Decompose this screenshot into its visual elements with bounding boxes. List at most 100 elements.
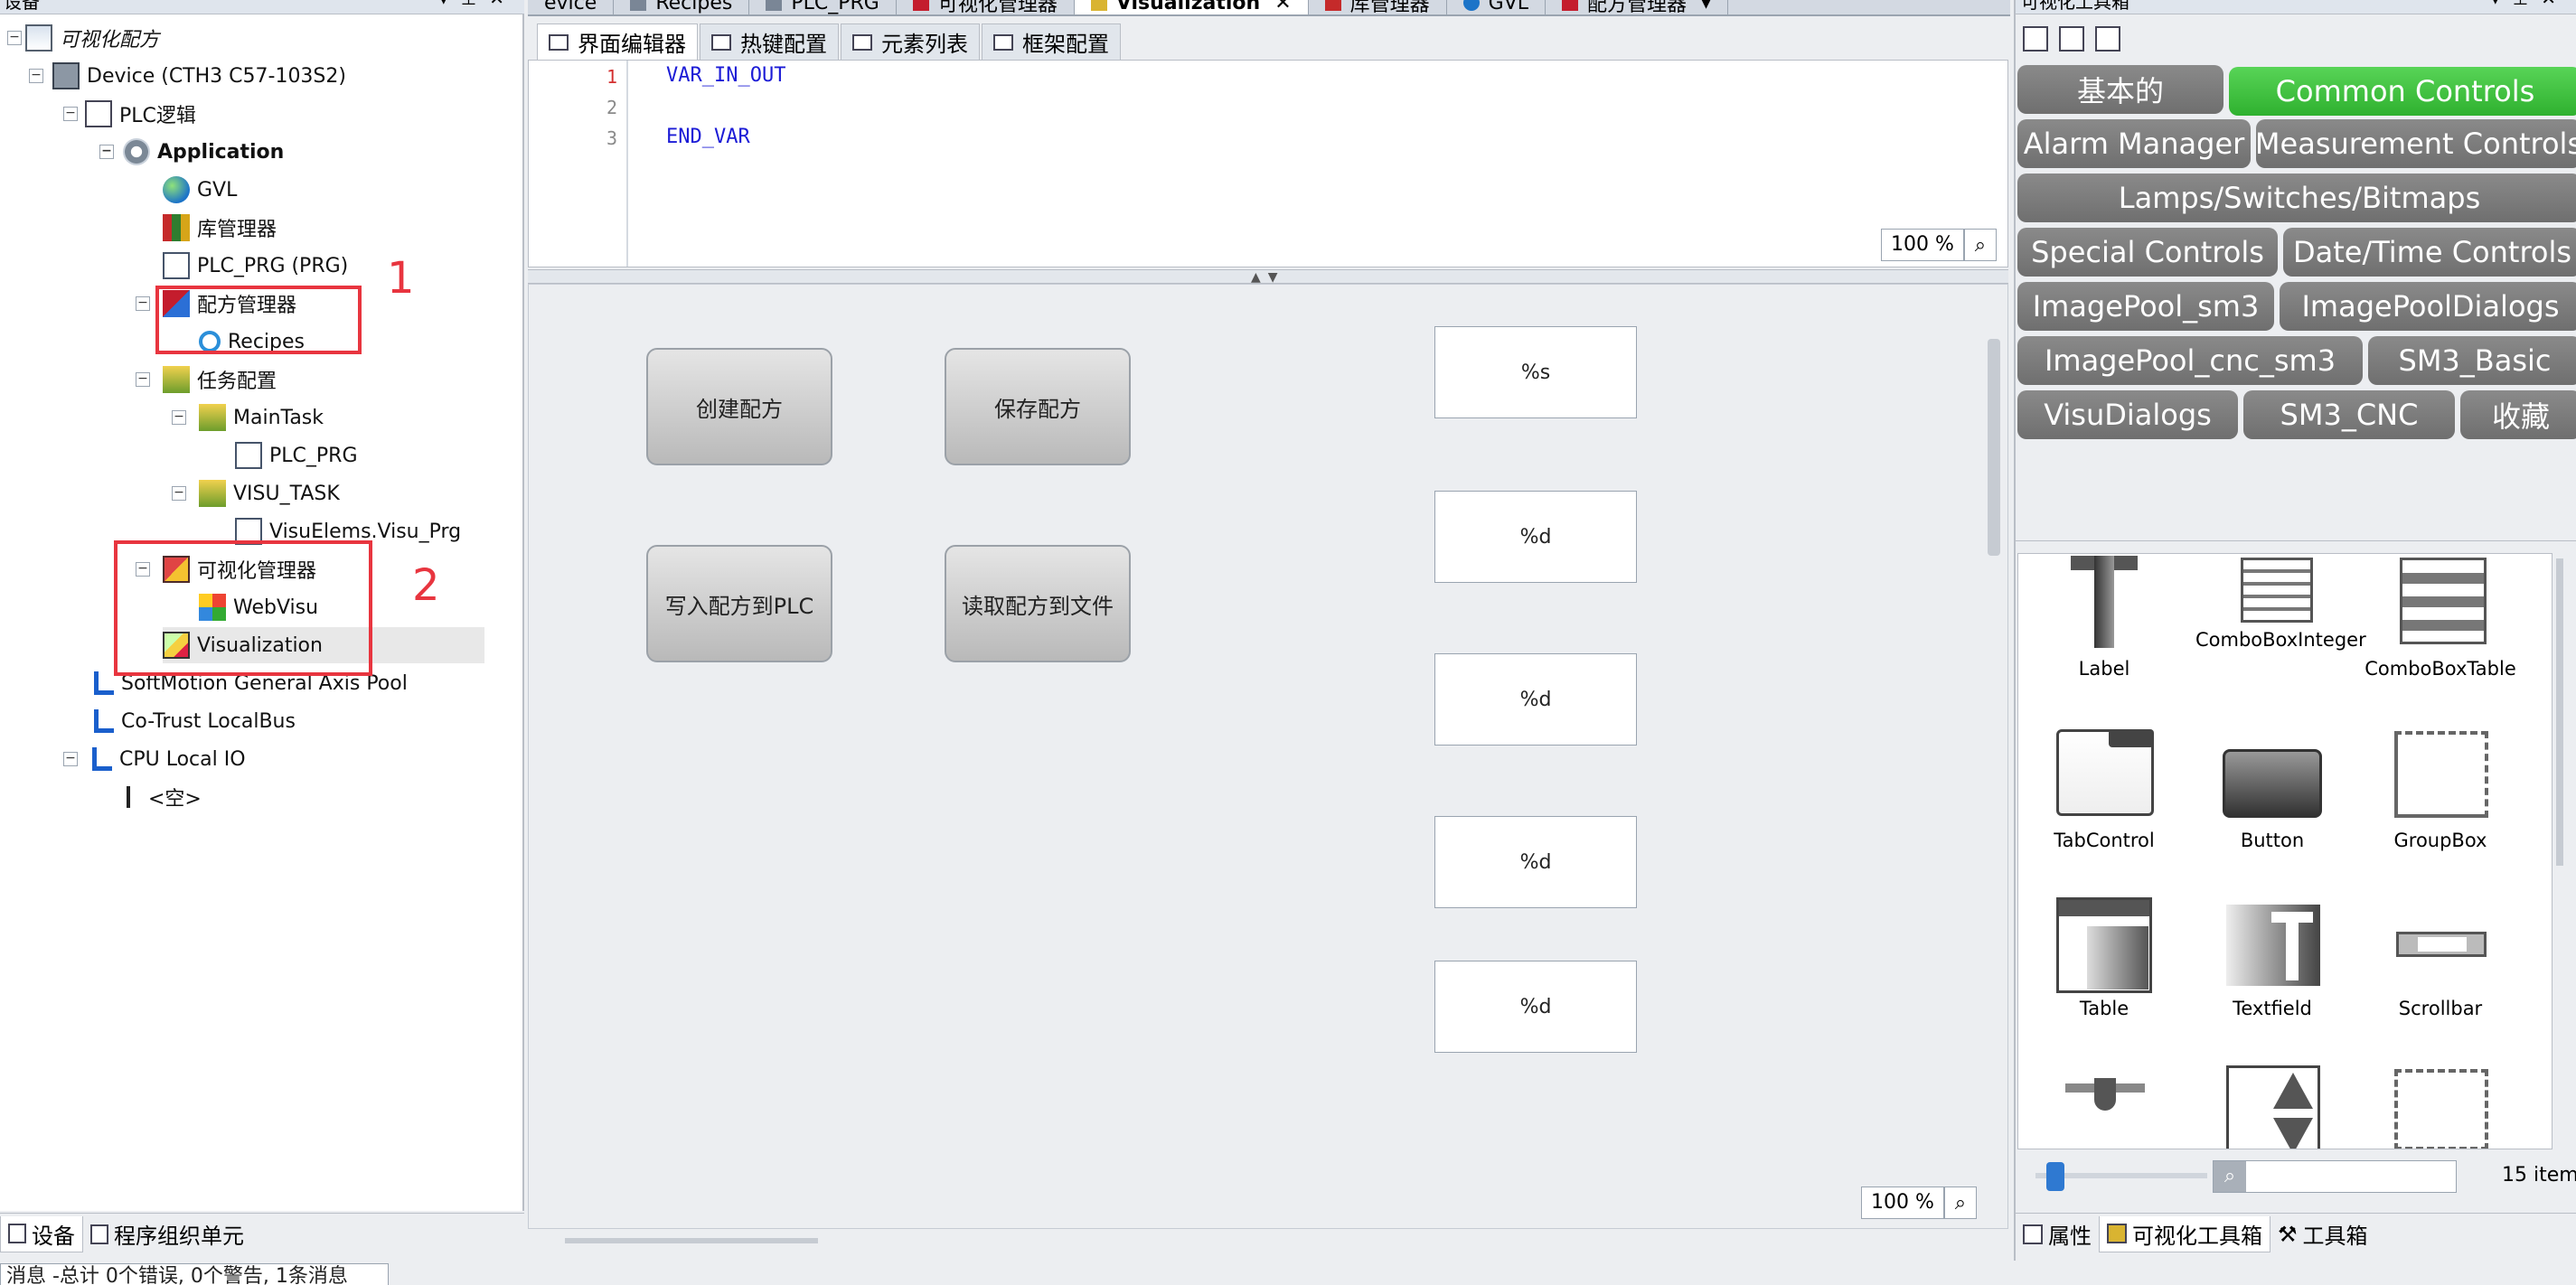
category-lamps-switches-bitmaps[interactable]: Lamps/Switches/Bitmaps: [2017, 174, 2576, 222]
close-tab-icon[interactable]: ✕: [1274, 0, 1291, 14]
text-field-int[interactable]: %d: [1434, 961, 1637, 1053]
category-imagepool-sm3[interactable]: ImagePool_sm3: [2017, 282, 2274, 331]
tree-node-plc-prg-call[interactable]: PLC_PRG: [235, 437, 358, 474]
code-line[interactable]: VAR_IN_OUT: [666, 64, 785, 87]
tool-frame[interactable]: [2355, 1062, 2526, 1149]
zoom-value[interactable]: 100 %: [1881, 229, 1964, 261]
canvas-horizontal-scrollbar[interactable]: [565, 1238, 818, 1243]
toolbox-splitter[interactable]: [2016, 540, 2576, 551]
category-imagepool-dialogs[interactable]: ImagePoolDialogs: [2280, 282, 2576, 331]
tree-node-plc-prg[interactable]: PLC_PRG (PRG): [163, 248, 348, 284]
code-line[interactable]: END_VAR: [666, 126, 750, 148]
doc-tab-library-manager[interactable]: 库管理器: [1309, 0, 1447, 14]
tree-node-localbus[interactable]: Co-Trust LocalBus: [94, 703, 296, 739]
tool-button[interactable]: Button: [2186, 726, 2358, 888]
message-bar[interactable]: 消息 -总计 0个错误, 0个警告, 1条消息: [0, 1263, 389, 1285]
tree-node-visu-task[interactable]: − VISU_TASK: [172, 475, 340, 511]
category-sm3-basic[interactable]: SM3_Basic: [2368, 336, 2576, 385]
category-special-controls[interactable]: Special Controls: [2017, 228, 2278, 277]
text-field-string[interactable]: %s: [1434, 326, 1637, 418]
collapse-toggle[interactable]: −: [99, 145, 114, 159]
tool-textfield[interactable]: Textfield: [2186, 894, 2358, 1056]
text-field-int[interactable]: %d: [1434, 653, 1637, 746]
tree-node-empty-slot[interactable]: <空>: [127, 779, 202, 815]
visualization-canvas[interactable]: 创建配方 保存配方 写入配方到PLC 读取配方到文件 %s %d %d %d %…: [528, 284, 2008, 1243]
category-favorites[interactable]: 收藏: [2460, 390, 2576, 439]
tab-hotkeys[interactable]: 热键配置: [700, 23, 839, 60]
icon-size-slider-knob[interactable]: [2046, 1162, 2064, 1191]
doc-tab-recipes[interactable]: Recipes: [614, 0, 750, 14]
collapse-toggle[interactable]: −: [29, 69, 43, 83]
toolbox-scrollbar[interactable]: [2554, 558, 2565, 1137]
collapse-toggle[interactable]: −: [7, 31, 22, 45]
category-common-controls[interactable]: Common Controls: [2229, 67, 2576, 116]
tab-screen-editor[interactable]: 界面编辑器: [537, 23, 698, 60]
tab-properties[interactable]: 属性: [2016, 1216, 2099, 1252]
tab-visu-toolbox[interactable]: 可视化工具箱: [2099, 1215, 2270, 1252]
create-recipe-button[interactable]: 创建配方: [646, 348, 832, 465]
write-recipe-to-plc-button[interactable]: 写入配方到PLC: [646, 545, 832, 662]
collapse-toggle[interactable]: −: [136, 372, 150, 387]
category-basic[interactable]: 基本的: [2017, 65, 2223, 114]
tree-node-project[interactable]: − 可视化配方: [7, 20, 159, 56]
tab-toolbox[interactable]: ⚒ 工具箱: [2270, 1216, 2375, 1252]
zoom-value[interactable]: 100 %: [1861, 1187, 1944, 1219]
view-icons-icon[interactable]: [2095, 26, 2120, 52]
category-datetime-controls[interactable]: Date/Time Controls: [2283, 228, 2576, 277]
panel-window-controls[interactable]: ▾⊥✕: [2491, 0, 2569, 9]
category-sm3-cnc[interactable]: SM3_CNC: [2243, 390, 2455, 439]
tool-label[interactable]: Label: [2018, 554, 2190, 717]
tree-node-device[interactable]: − Device (CTH3 C57-103S2): [29, 58, 346, 94]
editor-splitter[interactable]: ▲▼: [528, 269, 2008, 285]
canvas-vertical-scrollbar[interactable]: [1988, 339, 2000, 556]
save-recipe-button[interactable]: 保存配方: [945, 348, 1131, 465]
tab-element-list[interactable]: 元素列表: [841, 23, 980, 60]
text-field-int[interactable]: %d: [1434, 491, 1637, 583]
tool-scrollbar[interactable]: Scrollbar: [2355, 894, 2526, 1056]
collapse-toggle[interactable]: −: [63, 752, 78, 766]
tree-node-maintask[interactable]: − MainTask: [172, 399, 324, 436]
category-visudialogs[interactable]: VisuDialogs: [2017, 390, 2238, 439]
category-alarm-manager[interactable]: Alarm Manager: [2017, 119, 2251, 168]
doc-tab-visualization[interactable]: Visualization ✕: [1074, 0, 1309, 14]
tool-table[interactable]: Table: [2018, 894, 2190, 1056]
tab-frame-config[interactable]: 框架配置: [982, 23, 1121, 60]
category-measurement-controls[interactable]: Measurement Controls: [2256, 119, 2576, 168]
tool-groupbox[interactable]: GroupBox: [2355, 726, 2526, 888]
tool-spin-control[interactable]: [2186, 1062, 2358, 1149]
text-field-int[interactable]: %d: [1434, 816, 1637, 908]
declaration-editor[interactable]: 1 2 3 VAR_IN_OUT END_VAR 100 % ⌕: [528, 60, 2008, 267]
tool-combobox-integer[interactable]: ComboBoxInteger: [2186, 554, 2366, 717]
toolbox-search-input[interactable]: ⌕: [2213, 1160, 2457, 1193]
canvas-zoom-control[interactable]: 100 % ⌕: [1861, 1187, 1977, 1219]
tool-slider[interactable]: [2018, 1062, 2190, 1149]
collapse-toggle[interactable]: −: [172, 486, 186, 501]
zoom-icon[interactable]: ⌕: [1943, 1187, 1977, 1219]
collapse-toggle[interactable]: −: [63, 107, 78, 121]
view-list-icon[interactable]: [2023, 26, 2048, 52]
category-imagepool-cnc-sm3[interactable]: ImagePool_cnc_sm3: [2017, 336, 2363, 385]
tree-node-local-io[interactable]: − CPU Local IO: [63, 741, 246, 777]
tab-devices[interactable]: 设备: [0, 1215, 83, 1252]
code-zoom-control[interactable]: 100 % ⌕: [1881, 229, 1997, 261]
tree-node-gvl[interactable]: GVL: [163, 172, 237, 208]
tree-node-application[interactable]: − Application: [99, 134, 284, 170]
doc-tab-device[interactable]: evice: [528, 0, 615, 14]
doc-tab-gvl[interactable]: GVL: [1447, 0, 1547, 14]
tab-list-dropdown-icon[interactable]: ▾: [1701, 0, 1711, 14]
scrollbar-thumb[interactable]: [2556, 558, 2563, 866]
collapse-toggle[interactable]: −: [172, 410, 186, 425]
read-recipe-to-file-button[interactable]: 读取配方到文件: [945, 545, 1131, 662]
doc-tab-visu-manager[interactable]: 可视化管理器: [897, 0, 1075, 14]
view-details-icon[interactable]: [2059, 26, 2084, 52]
tab-pou[interactable]: 程序组织单元: [83, 1216, 251, 1252]
doc-tab-plc-prg[interactable]: PLC_PRG: [749, 0, 897, 14]
tool-tabcontrol[interactable]: TabControl: [2018, 726, 2190, 888]
collapse-toggle[interactable]: −: [136, 296, 150, 311]
tree-node-library-manager[interactable]: 库管理器: [163, 210, 277, 246]
zoom-icon[interactable]: ⌕: [1963, 229, 1997, 261]
tree-node-plc-logic[interactable]: − PLC逻辑: [63, 96, 196, 132]
doc-tab-recipe-manager[interactable]: 配方管理器 ▾: [1546, 0, 1729, 14]
panel-window-controls[interactable]: ▾⊥✕: [439, 0, 517, 9]
tool-combobox-table[interactable]: ComboBoxTable: [2355, 554, 2526, 717]
